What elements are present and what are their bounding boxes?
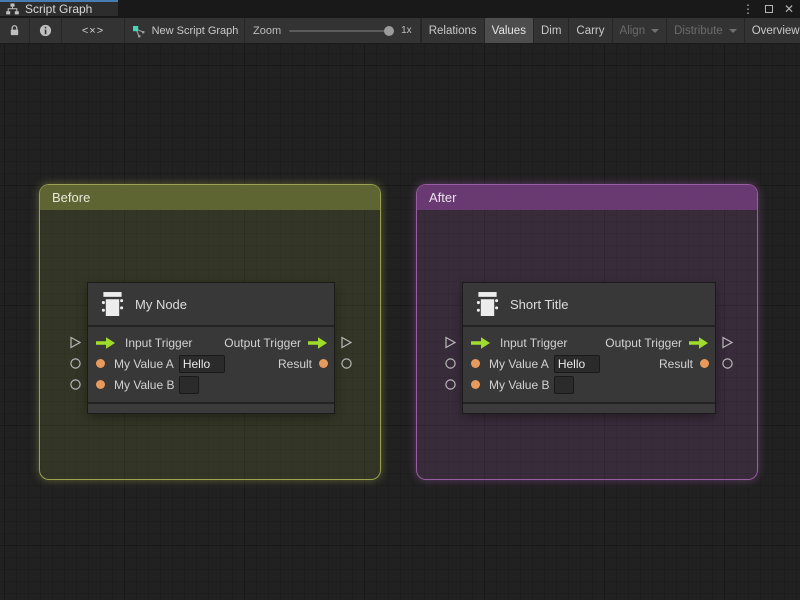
node-footer xyxy=(463,402,715,413)
tab-bar: Script Graph ⋮ ✕ xyxy=(0,0,800,18)
value-a-field[interactable] xyxy=(178,354,225,373)
zoom-slider-handle[interactable] xyxy=(383,25,394,36)
graph-toolbar: <×> New Script Graph Zoom 1x Relations V… xyxy=(0,18,800,44)
node-body: Input Trigger Output Trigger My Value A … xyxy=(463,327,715,402)
external-value-port-left[interactable] xyxy=(444,378,457,391)
value-input-port[interactable] xyxy=(96,359,105,368)
align-label: Align xyxy=(619,24,646,37)
zoom-label: Zoom xyxy=(253,24,282,37)
graph-node-icon xyxy=(132,25,144,37)
lock-icon xyxy=(10,25,19,36)
code-preview-button[interactable]: <×> xyxy=(62,18,125,43)
node-header[interactable]: My Node xyxy=(88,283,334,327)
new-script-graph-button[interactable]: New Script Graph xyxy=(125,18,245,43)
port-label: Output Trigger xyxy=(224,335,301,350)
dim-label: Dim xyxy=(540,24,562,37)
port-label: Output Trigger xyxy=(605,335,682,350)
value-a-field[interactable] xyxy=(553,354,600,373)
distribute-button[interactable]: Distribute xyxy=(666,18,744,43)
script-graph-window: Script Graph ⋮ ✕ <×> New Script Graph Zo… xyxy=(0,0,800,600)
port-label: My Value B xyxy=(489,377,550,392)
flow-output-port[interactable] xyxy=(689,336,709,349)
group-before: Before My Node Input Trigger Output Trig… xyxy=(40,185,380,479)
external-value-port-left[interactable] xyxy=(69,378,82,391)
graph-canvas[interactable]: Before My Node Input Trigger Output Trig… xyxy=(0,44,800,600)
node-title: My Node xyxy=(135,296,188,312)
port-row: My Value A Result xyxy=(463,353,715,374)
node-footer xyxy=(88,402,334,413)
inspect-button[interactable] xyxy=(30,18,62,43)
graph-tab-icon xyxy=(6,3,19,15)
close-icon[interactable]: ✕ xyxy=(784,0,794,18)
code-icon: <×> xyxy=(81,24,105,37)
port-label: Result xyxy=(277,356,312,371)
external-flow-port-left[interactable] xyxy=(444,336,457,349)
flow-output-port[interactable] xyxy=(308,336,328,349)
external-flow-port-left[interactable] xyxy=(69,336,82,349)
node-short-title[interactable]: Short Title Input Trigger Output Trigger xyxy=(445,283,734,413)
port-label: My Value A xyxy=(489,356,549,371)
group-after: After Short Title Input Trigger Output T… xyxy=(417,185,757,479)
tab-script-graph[interactable]: Script Graph xyxy=(0,0,118,16)
value-b-field[interactable] xyxy=(179,375,200,394)
port-row: Input Trigger Output Trigger xyxy=(88,332,334,353)
node-header[interactable]: Short Title xyxy=(463,283,715,327)
port-row: Input Trigger Output Trigger xyxy=(463,332,715,353)
node-body: Input Trigger Output Trigger My Value A … xyxy=(88,327,334,402)
overview-label: Overview xyxy=(751,24,800,37)
relations-button[interactable]: Relations xyxy=(420,18,484,43)
port-label: Input Trigger xyxy=(500,335,568,350)
node-title: Short Title xyxy=(510,296,569,312)
unit-node-icon xyxy=(101,291,124,316)
align-button[interactable]: Align xyxy=(611,18,667,43)
external-value-port-left[interactable] xyxy=(69,357,82,370)
tab-title: Script Graph xyxy=(25,2,93,16)
external-value-port-right[interactable] xyxy=(721,357,734,370)
group-after-title: After xyxy=(429,190,457,205)
port-label: Input Trigger xyxy=(125,335,193,350)
value-input-port[interactable] xyxy=(471,380,480,389)
node-my-node[interactable]: My Node Input Trigger Output Trigger My … xyxy=(70,283,353,413)
zoom-slider[interactable] xyxy=(289,25,394,36)
group-before-title: Before xyxy=(52,190,91,205)
zoom-control: Zoom 1x xyxy=(245,18,421,43)
values-button[interactable]: Values xyxy=(483,18,533,43)
flow-input-port[interactable] xyxy=(96,336,116,349)
port-row: My Value B xyxy=(463,374,715,395)
dim-button[interactable]: Dim xyxy=(532,18,568,43)
value-input-port[interactable] xyxy=(471,359,480,368)
overview-button[interactable]: Overview xyxy=(743,18,800,43)
carry-label: Carry xyxy=(576,24,605,37)
value-output-port[interactable] xyxy=(319,359,328,368)
port-label: My Value A xyxy=(114,356,174,371)
external-value-port-left[interactable] xyxy=(444,357,457,370)
flow-input-port[interactable] xyxy=(471,336,491,349)
port-row: My Value B xyxy=(88,374,334,395)
external-flow-port-right[interactable] xyxy=(340,336,353,349)
port-label: Result xyxy=(658,356,693,371)
zoom-value: 1x xyxy=(401,25,412,36)
port-row: My Value A Result xyxy=(88,353,334,374)
group-after-header[interactable]: After xyxy=(417,185,757,210)
distribute-label: Distribute xyxy=(674,24,723,37)
info-icon xyxy=(39,24,52,37)
external-value-port-right[interactable] xyxy=(340,357,353,370)
relations-label: Relations xyxy=(428,24,477,37)
value-output-port[interactable] xyxy=(700,359,709,368)
maximize-icon[interactable] xyxy=(764,5,773,13)
window-menu-icon[interactable]: ⋮ xyxy=(742,0,754,18)
values-label: Values xyxy=(491,24,526,37)
chevron-down-icon xyxy=(651,28,660,33)
value-b-field[interactable] xyxy=(554,375,575,394)
window-controls: ⋮ ✕ xyxy=(742,0,794,18)
value-input-port[interactable] xyxy=(96,380,105,389)
external-flow-port-right[interactable] xyxy=(721,336,734,349)
carry-button[interactable]: Carry xyxy=(568,18,611,43)
port-label: My Value B xyxy=(114,377,175,392)
chevron-down-icon xyxy=(728,28,737,33)
group-before-header[interactable]: Before xyxy=(40,185,380,210)
unit-node-icon xyxy=(476,291,499,316)
lock-button[interactable] xyxy=(0,18,30,43)
new-script-graph-label: New Script Graph xyxy=(151,24,239,37)
